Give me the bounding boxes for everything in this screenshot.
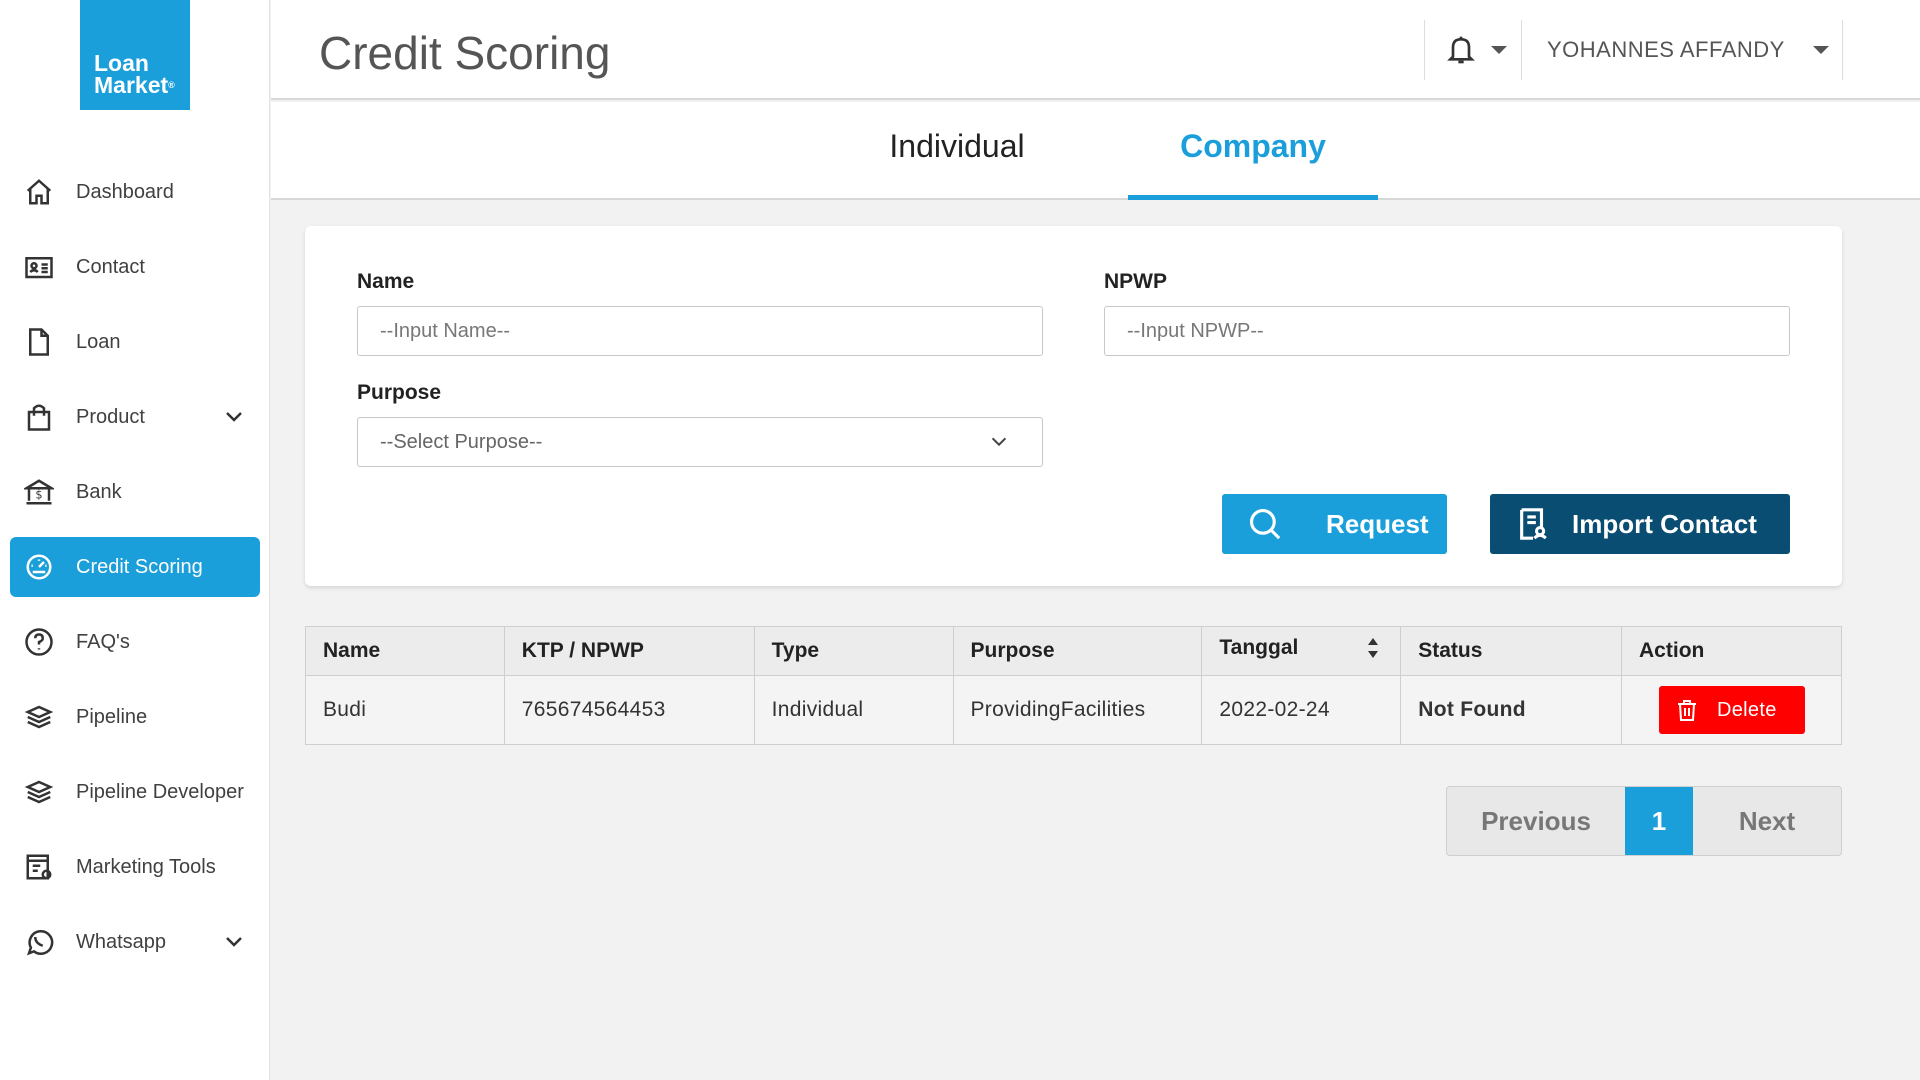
layers-icon: [22, 700, 56, 734]
bank-icon: $: [22, 475, 56, 509]
delete-button[interactable]: Delete: [1659, 686, 1806, 734]
npwp-input[interactable]: [1104, 306, 1790, 356]
sort-icon[interactable]: [1366, 636, 1380, 666]
column-header-tanggal-label: Tanggal: [1219, 636, 1299, 659]
tab-company[interactable]: Company: [1128, 128, 1378, 200]
column-header-name: Name: [305, 626, 505, 676]
sidebar-item-marketing-tools[interactable]: Marketing Tools: [10, 837, 260, 897]
scoring-tabs: Individual Company: [271, 102, 1920, 200]
sidebar-nav: Dashboard Contact Loan Product $ Bank Cr…: [10, 162, 260, 987]
sidebar-item-faqs[interactable]: FAQ's: [10, 612, 260, 672]
sidebar-item-bank[interactable]: $ Bank: [10, 462, 260, 522]
name-input[interactable]: [357, 306, 1043, 356]
next-page-button[interactable]: Next: [1693, 787, 1841, 855]
caret-down-icon: [1812, 46, 1829, 54]
cell-ktp-npwp: 765674564453: [503, 675, 755, 745]
sidebar-item-whatsapp[interactable]: Whatsapp: [10, 912, 260, 972]
request-button-label: Request: [1326, 508, 1429, 539]
document-user-icon: [1520, 508, 1547, 540]
cell-name: Budi: [305, 675, 505, 745]
column-header-purpose: Purpose: [952, 626, 1203, 676]
speedometer-icon: [22, 550, 56, 584]
sidebar-item-label: Pipeline Developer: [76, 780, 244, 803]
purpose-select-value: --Select Purpose--: [380, 430, 543, 453]
bell-icon: [1447, 36, 1475, 64]
user-name: YOHANNES AFFANDY: [1547, 37, 1785, 62]
column-header-status: Status: [1400, 626, 1623, 676]
sidebar-item-dashboard[interactable]: Dashboard: [10, 162, 260, 222]
top-header: Credit Scoring YOHANNES AFFANDY: [271, 0, 1920, 100]
contact-card-icon: [22, 250, 56, 284]
cell-type: Individual: [753, 675, 954, 745]
sidebar-item-product[interactable]: Product: [10, 387, 260, 447]
svg-text:$: $: [35, 488, 42, 501]
purpose-label: Purpose: [357, 381, 442, 404]
sidebar-item-label: Dashboard: [76, 180, 174, 203]
sidebar-item-pipeline[interactable]: Pipeline: [10, 687, 260, 747]
page-title: Credit Scoring: [319, 27, 611, 79]
logo-line-1: Loan: [94, 50, 149, 76]
sidebar-item-label: Marketing Tools: [76, 855, 216, 878]
request-button[interactable]: Request: [1222, 494, 1447, 554]
credit-scoring-table: Name KTP / NPWP Type Purpose Tanggal Sta…: [305, 626, 1842, 745]
sidebar-item-contact[interactable]: Contact: [10, 237, 260, 297]
sidebar-item-loan[interactable]: Loan: [10, 312, 260, 372]
column-header-action: Action: [1621, 626, 1842, 676]
sidebar-item-label: Credit Scoring: [76, 555, 203, 578]
notifications-menu[interactable]: [1424, 20, 1522, 80]
sidebar-item-label: Pipeline: [76, 705, 148, 728]
logo-line-2: Market®: [94, 72, 175, 98]
sidebar: Loan Market® Dashboard Contact Loan Prod…: [0, 0, 270, 1080]
import-contact-button-label: Import Contact: [1572, 508, 1757, 539]
chevron-down-icon[interactable]: [222, 405, 246, 429]
table-row: Budi 765674564453 Individual ProvidingFa…: [305, 675, 1842, 745]
page-1-button[interactable]: 1: [1625, 787, 1693, 855]
sidebar-item-label: Contact: [76, 255, 145, 278]
tools-settings-icon: [22, 850, 56, 884]
npwp-label: NPWP: [1104, 270, 1167, 293]
sidebar-item-label: FAQ's: [76, 630, 130, 653]
question-circle-icon: [22, 625, 56, 659]
import-contact-button[interactable]: Import Contact: [1490, 494, 1790, 554]
previous-page-button[interactable]: Previous: [1447, 787, 1625, 855]
column-header-ktp-npwp: KTP / NPWP: [503, 626, 755, 676]
pagination: Previous 1 Next: [1446, 786, 1842, 856]
column-header-tanggal[interactable]: Tanggal: [1201, 626, 1402, 676]
trash-icon: [1678, 700, 1697, 721]
search-icon: [1249, 508, 1281, 540]
whatsapp-icon: [22, 925, 56, 959]
sidebar-item-label: Whatsapp: [76, 930, 167, 953]
cell-status: Not Found: [1400, 675, 1623, 745]
layers-icon: [22, 775, 56, 809]
chevron-down-icon: [991, 437, 1007, 447]
sidebar-item-label: Loan: [76, 330, 121, 353]
document-icon: [22, 325, 56, 359]
home-icon: [22, 175, 56, 209]
sidebar-item-credit-scoring[interactable]: Credit Scoring: [10, 537, 260, 597]
column-header-type: Type: [753, 626, 954, 676]
delete-button-label: Delete: [1717, 698, 1777, 721]
caret-down-icon: [1491, 46, 1507, 54]
name-label: Name: [357, 270, 415, 293]
sidebar-item-label: Bank: [76, 480, 122, 503]
chevron-down-icon[interactable]: [222, 930, 246, 954]
purpose-select[interactable]: --Select Purpose--: [357, 417, 1043, 467]
table-header-row: Name KTP / NPWP Type Purpose Tanggal Sta…: [305, 626, 1842, 676]
sidebar-item-label: Product: [76, 405, 145, 428]
cell-tanggal: 2022-02-24: [1201, 675, 1402, 745]
tab-individual[interactable]: Individual: [867, 128, 1047, 165]
sidebar-item-pipeline-developer[interactable]: Pipeline Developer: [10, 762, 260, 822]
loan-market-logo[interactable]: Loan Market®: [80, 0, 190, 110]
request-form-card: Name NPWP Purpose --Select Purpose-- Req…: [305, 226, 1842, 586]
cell-action: Delete: [1621, 675, 1842, 745]
user-menu[interactable]: YOHANNES AFFANDY: [1523, 20, 1843, 80]
shopping-bag-icon: [22, 400, 56, 434]
cell-purpose: ProvidingFacilities: [952, 675, 1203, 745]
